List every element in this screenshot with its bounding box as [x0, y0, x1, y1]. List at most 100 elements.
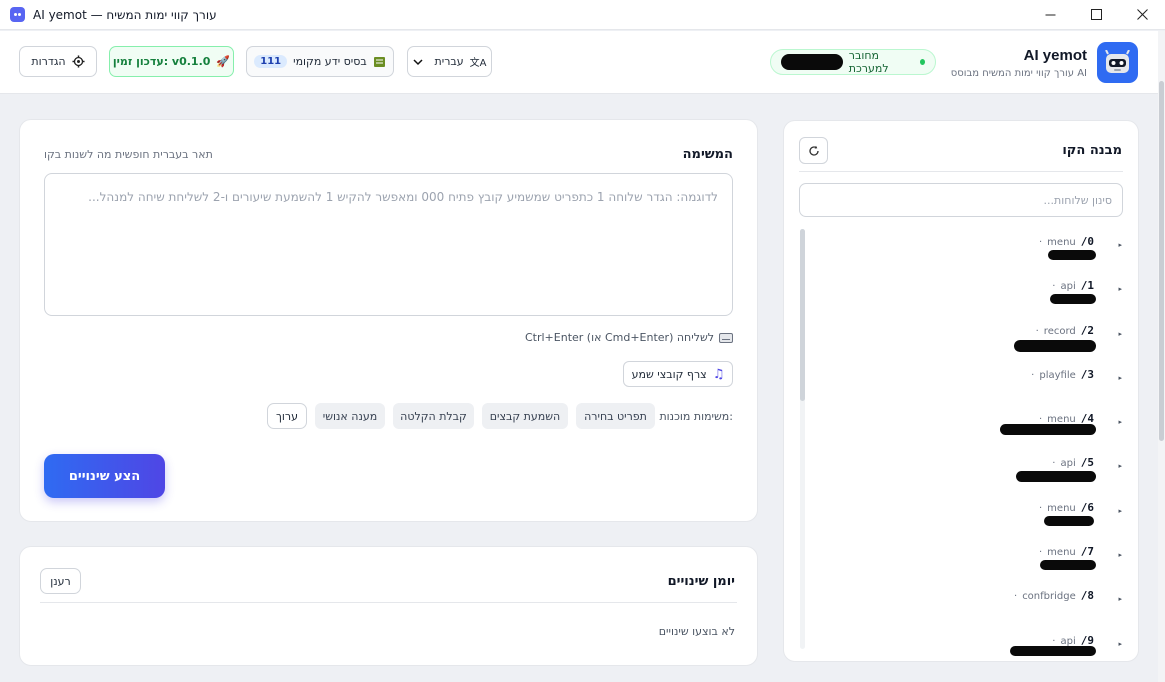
settings-label: הגדרות: [31, 55, 66, 68]
extension-type: playfile: [1039, 369, 1076, 381]
book-icon: [373, 56, 385, 67]
update-label: עדכון זמין: v0.1.0: [112, 55, 211, 68]
redacted-name: [1000, 424, 1096, 436]
extension-filter-input[interactable]: [799, 183, 1123, 217]
redacted-name: [1016, 471, 1096, 483]
task-title: המשימה: [682, 147, 733, 162]
propose-changes-button[interactable]: הצע שינויים: [44, 454, 165, 498]
update-available-button[interactable]: 🚀 עדכון זמין: v0.1.0: [109, 46, 234, 77]
gear-icon: [72, 55, 85, 68]
app-header: AI yemot עורך קווי ימות המשיח מבוסס AI מ…: [0, 31, 1158, 94]
change-log-panel: יומן שינויים רענן לא בוצעו שינויים: [19, 546, 758, 666]
structure-title: מבנה הקו: [1062, 143, 1122, 158]
settings-button[interactable]: הגדרות: [19, 46, 97, 77]
task-input[interactable]: [44, 173, 733, 316]
expand-arrow-icon: ▸: [1118, 551, 1122, 560]
quick-tasks-label: משימות מוכנות:: [659, 410, 733, 423]
extension-item-0[interactable]: ▸ /0 menu ·: [814, 229, 1124, 273]
redacted-name: [1050, 294, 1096, 305]
extension-item-8[interactable]: ▸ /8 confbridge ·: [814, 583, 1124, 627]
scrollbar-thumb[interactable]: [1159, 81, 1164, 441]
knowledge-base-label: בסיס ידע מקומי: [293, 55, 367, 68]
window-scrollbar[interactable]: [1158, 31, 1165, 682]
quick-task-chip-menu[interactable]: תפריט בחירה: [576, 403, 655, 429]
change-log-refresh-button[interactable]: רענן: [40, 568, 81, 594]
attach-audio-button[interactable]: ♫ צרף קובצי שמע: [623, 361, 733, 387]
extension-type: record: [1043, 325, 1076, 337]
extension-number: /7: [1080, 545, 1094, 559]
extension-number: /0: [1080, 235, 1094, 248]
extension-number: /9: [1080, 633, 1094, 647]
expand-arrow-icon: ▸: [1118, 241, 1122, 249]
connection-status-badge: מחובר למערכת: [770, 49, 936, 75]
extension-type: confbridge: [1022, 591, 1076, 603]
shortcut-hint: Ctrl+Enter (או Cmd+Enter) לשליחה: [525, 331, 733, 344]
extension-type: menu: [1047, 502, 1076, 514]
structure-refresh-button[interactable]: [799, 137, 828, 164]
extension-number: /3: [1080, 367, 1094, 381]
close-icon: [1136, 9, 1148, 20]
extension-list: ▸ /0 menu · ▸ /1 api · ▸ /2 record · ▸ /3 playf…: [814, 229, 1124, 672]
translate-icon: 文A: [469, 58, 487, 69]
scrollbar-thumb[interactable]: [800, 229, 805, 401]
minimize-icon: [1045, 14, 1055, 16]
extension-type: api: [1060, 281, 1076, 293]
keyboard-icon: [719, 332, 733, 343]
structure-scrollbar[interactable]: [800, 229, 805, 649]
brand-subtitle: עורך קווי ימות המשיח מבוסס AI: [950, 67, 1087, 79]
maximize-button[interactable]: [1073, 0, 1119, 30]
robot-logo-icon: [1097, 42, 1138, 83]
expand-arrow-icon: ▸: [1118, 285, 1122, 294]
knowledge-base-count: 111: [254, 55, 288, 68]
extension-type: menu: [1047, 237, 1076, 248]
window-titlebar: AI yemot — עורך קווי ימות המשיח: [0, 0, 1165, 30]
redacted-name: [1040, 560, 1096, 571]
extension-item-1[interactable]: ▸ /1 api ·: [814, 273, 1124, 317]
brand: AI yemot עורך קווי ימות המשיח מבוסס AI: [951, 42, 1138, 83]
quick-task-chip-human[interactable]: מענה אנושי: [315, 403, 385, 429]
extension-item-9[interactable]: ▸ /9 api ·: [814, 628, 1124, 672]
extension-item-4[interactable]: ▸ /4 menu ·: [814, 406, 1124, 450]
app-icon: [10, 7, 25, 22]
divider: [40, 602, 737, 603]
language-label: עברית: [434, 55, 464, 68]
expand-arrow-icon: ▸: [1118, 373, 1122, 382]
extension-item-6[interactable]: ▸ /6 menu ·: [814, 495, 1124, 539]
close-button[interactable]: [1119, 0, 1165, 30]
minimize-button[interactable]: [1027, 0, 1073, 30]
extension-number: /8: [1080, 589, 1094, 603]
extension-item-7[interactable]: ▸ /7 menu ·: [814, 539, 1124, 583]
expand-arrow-icon: ▸: [1118, 506, 1122, 515]
redacted-name: [1010, 645, 1096, 656]
redacted-name: [1014, 339, 1096, 352]
redacted-name: [1044, 515, 1094, 526]
chevron-down-icon: [412, 58, 423, 65]
attach-audio-label: צרף קובצי שמע: [631, 367, 707, 381]
expand-arrow-icon: ▸: [1118, 462, 1122, 471]
window-title: AI yemot — עורך קווי ימות המשיח: [33, 7, 217, 22]
maximize-icon: [1090, 9, 1102, 20]
redacted-phone: [781, 54, 843, 70]
quick-task-chip-playfiles[interactable]: השמעת קבצים: [482, 403, 568, 429]
extension-item-2[interactable]: ▸ /2 record ·: [814, 318, 1124, 362]
edit-quick-tasks-button[interactable]: ערוך: [267, 403, 307, 429]
refresh-icon: [808, 145, 819, 156]
expand-arrow-icon: ▸: [1118, 595, 1122, 604]
extension-number: /6: [1080, 500, 1094, 514]
connection-label: מחובר למערכת: [848, 49, 889, 75]
extension-item-3[interactable]: ▸ /3 playfile ·: [814, 362, 1124, 406]
redacted-name: [1048, 250, 1096, 260]
extension-number: /1: [1080, 279, 1094, 293]
change-log-title: יומן שינויים: [667, 574, 735, 589]
quick-task-chip-record[interactable]: קבלת הקלטה: [393, 403, 474, 429]
language-select[interactable]: 文A עברית: [407, 46, 492, 77]
music-note-icon: ♫: [712, 366, 725, 382]
extension-number: /2: [1080, 323, 1094, 337]
extension-type: menu: [1047, 547, 1076, 559]
shortcut-text: Ctrl+Enter (או Cmd+Enter) לשליחה: [524, 331, 714, 344]
extension-item-5[interactable]: ▸ /5 api ·: [814, 450, 1124, 494]
rocket-icon: 🚀: [216, 55, 231, 68]
status-dot-icon: [919, 59, 925, 65]
expand-arrow-icon: ▸: [1118, 639, 1122, 648]
knowledge-base-button[interactable]: בסיס ידע מקומי 111: [246, 46, 394, 77]
